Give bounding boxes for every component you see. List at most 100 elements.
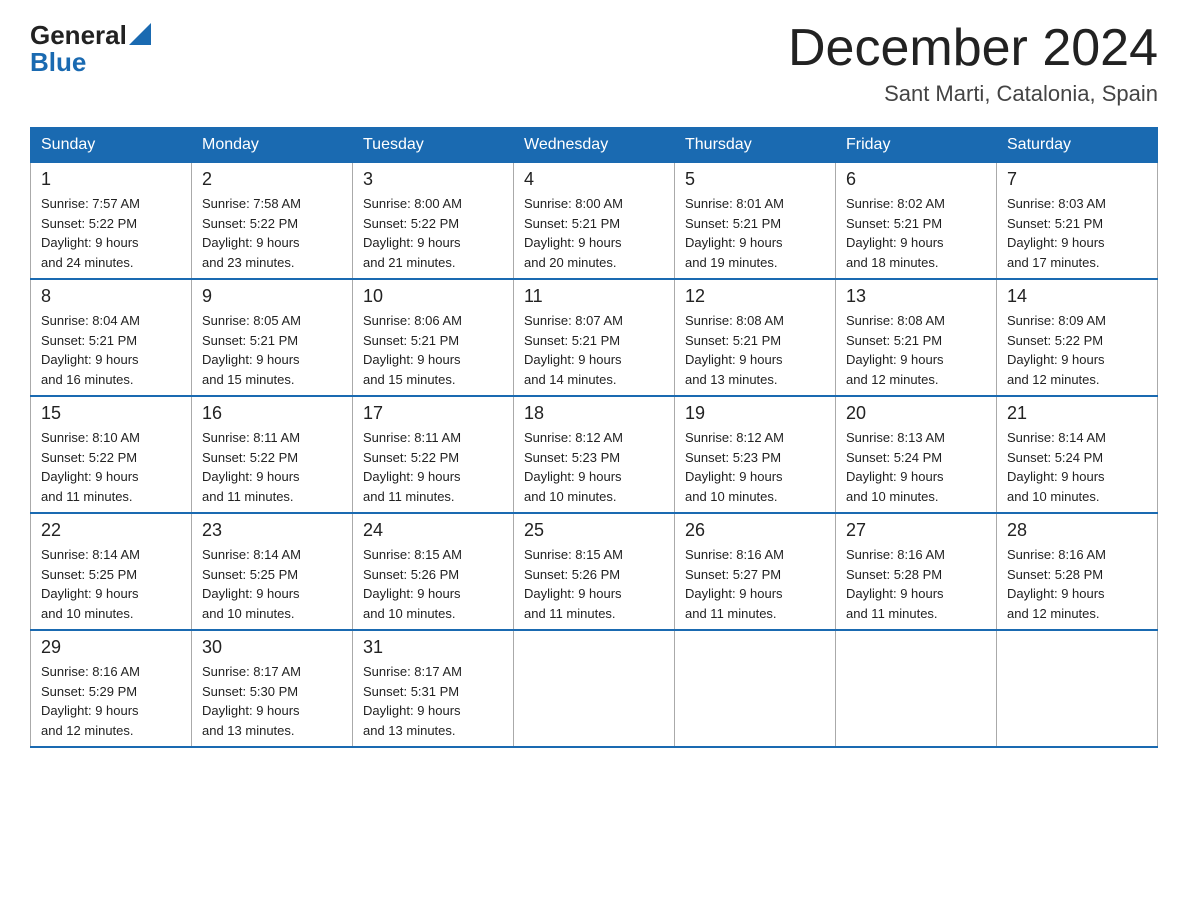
header-row: Sunday Monday Tuesday Wednesday Thursday… bbox=[31, 128, 1158, 163]
calendar-cell: 17 Sunrise: 8:11 AMSunset: 5:22 PMDayligh… bbox=[353, 396, 514, 513]
calendar-table: Sunday Monday Tuesday Wednesday Thursday… bbox=[30, 127, 1158, 748]
calendar-cell: 15 Sunrise: 8:10 AMSunset: 5:22 PMDayligh… bbox=[31, 396, 192, 513]
day-number: 6 bbox=[846, 169, 986, 190]
day-info: Sunrise: 8:03 AMSunset: 5:21 PMDaylight:… bbox=[1007, 194, 1147, 272]
week-row-4: 22 Sunrise: 8:14 AMSunset: 5:25 PMDayligh… bbox=[31, 513, 1158, 630]
day-number: 1 bbox=[41, 169, 181, 190]
day-number: 17 bbox=[363, 403, 503, 424]
calendar-subtitle: Sant Marti, Catalonia, Spain bbox=[788, 81, 1158, 107]
week-row-5: 29Sunrise: 8:16 AMSunset: 5:29 PMDayligh… bbox=[31, 630, 1158, 747]
calendar-cell: 12 Sunrise: 8:08 AMSunset: 5:21 PMDayligh… bbox=[675, 279, 836, 396]
calendar-cell: 10 Sunrise: 8:06 AMSunset: 5:21 PMDayligh… bbox=[353, 279, 514, 396]
header-monday: Monday bbox=[192, 128, 353, 163]
day-info: Sunrise: 8:12 AMSunset: 5:23 PMDaylight:… bbox=[685, 428, 825, 506]
day-number: 15 bbox=[41, 403, 181, 424]
day-number: 5 bbox=[685, 169, 825, 190]
day-info: Sunrise: 8:15 AMSunset: 5:26 PMDaylight:… bbox=[524, 545, 664, 623]
day-info: Sunrise: 8:14 AMSunset: 5:24 PMDaylight:… bbox=[1007, 428, 1147, 506]
day-number: 8 bbox=[41, 286, 181, 307]
page-header: General Blue December 2024 Sant Marti, C… bbox=[30, 20, 1158, 107]
day-info: Sunrise: 8:01 AMSunset: 5:21 PMDaylight:… bbox=[685, 194, 825, 272]
day-info: Sunrise: 8:16 AMSunset: 5:28 PMDaylight:… bbox=[1007, 545, 1147, 623]
calendar-cell: 19 Sunrise: 8:12 AMSunset: 5:23 PMDayligh… bbox=[675, 396, 836, 513]
day-number: 10 bbox=[363, 286, 503, 307]
day-number: 23 bbox=[202, 520, 342, 541]
calendar-cell: 23 Sunrise: 8:14 AMSunset: 5:25 PMDayligh… bbox=[192, 513, 353, 630]
calendar-cell: 14 Sunrise: 8:09 AMSunset: 5:22 PMDayligh… bbox=[997, 279, 1158, 396]
header-wednesday: Wednesday bbox=[514, 128, 675, 163]
calendar-cell: 22 Sunrise: 8:14 AMSunset: 5:25 PMDayligh… bbox=[31, 513, 192, 630]
day-info: Sunrise: 8:17 AMSunset: 5:30 PMDaylight:… bbox=[202, 662, 342, 740]
day-info: Sunrise: 8:09 AMSunset: 5:22 PMDaylight:… bbox=[1007, 311, 1147, 389]
calendar-cell: 18 Sunrise: 8:12 AMSunset: 5:23 PMDayligh… bbox=[514, 396, 675, 513]
day-number: 24 bbox=[363, 520, 503, 541]
calendar-cell: 28 Sunrise: 8:16 AMSunset: 5:28 PMDayligh… bbox=[997, 513, 1158, 630]
day-info: Sunrise: 8:11 AMSunset: 5:22 PMDaylight:… bbox=[363, 428, 503, 506]
day-number: 4 bbox=[524, 169, 664, 190]
calendar-cell bbox=[514, 630, 675, 747]
header-saturday: Saturday bbox=[997, 128, 1158, 163]
calendar-cell: 25 Sunrise: 8:15 AMSunset: 5:26 PMDayligh… bbox=[514, 513, 675, 630]
header-thursday: Thursday bbox=[675, 128, 836, 163]
day-number: 22 bbox=[41, 520, 181, 541]
calendar-cell: 30Sunrise: 8:17 AMSunset: 5:30 PMDayligh… bbox=[192, 630, 353, 747]
day-info: Sunrise: 8:08 AMSunset: 5:21 PMDaylight:… bbox=[685, 311, 825, 389]
day-info: Sunrise: 8:14 AMSunset: 5:25 PMDaylight:… bbox=[202, 545, 342, 623]
day-info: Sunrise: 8:06 AMSunset: 5:21 PMDaylight:… bbox=[363, 311, 503, 389]
day-number: 3 bbox=[363, 169, 503, 190]
calendar-cell: 9 Sunrise: 8:05 AMSunset: 5:21 PMDaylight… bbox=[192, 279, 353, 396]
header-friday: Friday bbox=[836, 128, 997, 163]
day-info: Sunrise: 8:17 AMSunset: 5:31 PMDaylight:… bbox=[363, 662, 503, 740]
day-info: Sunrise: 8:14 AMSunset: 5:25 PMDaylight:… bbox=[41, 545, 181, 623]
day-number: 20 bbox=[846, 403, 986, 424]
header-sunday: Sunday bbox=[31, 128, 192, 163]
calendar-cell bbox=[997, 630, 1158, 747]
calendar-cell: 11Sunrise: 8:07 AMSunset: 5:21 PMDayligh… bbox=[514, 279, 675, 396]
calendar-cell: 1 Sunrise: 7:57 AMSunset: 5:22 PMDaylight… bbox=[31, 163, 192, 280]
day-number: 9 bbox=[202, 286, 342, 307]
day-info: Sunrise: 8:02 AMSunset: 5:21 PMDaylight:… bbox=[846, 194, 986, 272]
calendar-cell: 7Sunrise: 8:03 AMSunset: 5:21 PMDaylight… bbox=[997, 163, 1158, 280]
day-number: 25 bbox=[524, 520, 664, 541]
day-info: Sunrise: 8:12 AMSunset: 5:23 PMDaylight:… bbox=[524, 428, 664, 506]
calendar-cell bbox=[836, 630, 997, 747]
calendar-cell: 13 Sunrise: 8:08 AMSunset: 5:21 PMDayligh… bbox=[836, 279, 997, 396]
day-number: 28 bbox=[1007, 520, 1147, 541]
calendar-cell: 20 Sunrise: 8:13 AMSunset: 5:24 PMDayligh… bbox=[836, 396, 997, 513]
calendar-cell: 5 Sunrise: 8:01 AMSunset: 5:21 PMDaylight… bbox=[675, 163, 836, 280]
logo-blue: Blue bbox=[30, 47, 151, 78]
day-info: Sunrise: 8:08 AMSunset: 5:21 PMDaylight:… bbox=[846, 311, 986, 389]
calendar-title: December 2024 bbox=[788, 20, 1158, 77]
day-number: 13 bbox=[846, 286, 986, 307]
calendar-cell: 2 Sunrise: 7:58 AMSunset: 5:22 PMDaylight… bbox=[192, 163, 353, 280]
calendar-cell: 16Sunrise: 8:11 AMSunset: 5:22 PMDayligh… bbox=[192, 396, 353, 513]
day-number: 31 bbox=[363, 637, 503, 658]
day-number: 12 bbox=[685, 286, 825, 307]
day-info: Sunrise: 8:04 AMSunset: 5:21 PMDaylight:… bbox=[41, 311, 181, 389]
logo: General Blue bbox=[30, 20, 151, 78]
calendar-cell: 24 Sunrise: 8:15 AMSunset: 5:26 PMDayligh… bbox=[353, 513, 514, 630]
day-number: 2 bbox=[202, 169, 342, 190]
calendar-cell: 6 Sunrise: 8:02 AMSunset: 5:21 PMDaylight… bbox=[836, 163, 997, 280]
day-info: Sunrise: 8:13 AMSunset: 5:24 PMDaylight:… bbox=[846, 428, 986, 506]
logo-arrow-icon bbox=[129, 23, 151, 45]
day-number: 19 bbox=[685, 403, 825, 424]
day-number: 18 bbox=[524, 403, 664, 424]
day-number: 27 bbox=[846, 520, 986, 541]
calendar-cell: 27Sunrise: 8:16 AMSunset: 5:28 PMDayligh… bbox=[836, 513, 997, 630]
calendar-cell: 29Sunrise: 8:16 AMSunset: 5:29 PMDayligh… bbox=[31, 630, 192, 747]
day-info: Sunrise: 8:10 AMSunset: 5:22 PMDaylight:… bbox=[41, 428, 181, 506]
calendar-cell: 21 Sunrise: 8:14 AMSunset: 5:24 PMDayligh… bbox=[997, 396, 1158, 513]
day-number: 14 bbox=[1007, 286, 1147, 307]
day-number: 21 bbox=[1007, 403, 1147, 424]
calendar-cell: 8 Sunrise: 8:04 AMSunset: 5:21 PMDaylight… bbox=[31, 279, 192, 396]
calendar-cell: 4Sunrise: 8:00 AMSunset: 5:21 PMDaylight… bbox=[514, 163, 675, 280]
day-info: Sunrise: 8:15 AMSunset: 5:26 PMDaylight:… bbox=[363, 545, 503, 623]
day-number: 26 bbox=[685, 520, 825, 541]
day-info: Sunrise: 7:58 AMSunset: 5:22 PMDaylight:… bbox=[202, 194, 342, 272]
calendar-cell: 3Sunrise: 8:00 AMSunset: 5:22 PMDaylight… bbox=[353, 163, 514, 280]
day-info: Sunrise: 8:05 AMSunset: 5:21 PMDaylight:… bbox=[202, 311, 342, 389]
day-info: Sunrise: 7:57 AMSunset: 5:22 PMDaylight:… bbox=[41, 194, 181, 272]
day-number: 11 bbox=[524, 286, 664, 307]
week-row-2: 8 Sunrise: 8:04 AMSunset: 5:21 PMDaylight… bbox=[31, 279, 1158, 396]
